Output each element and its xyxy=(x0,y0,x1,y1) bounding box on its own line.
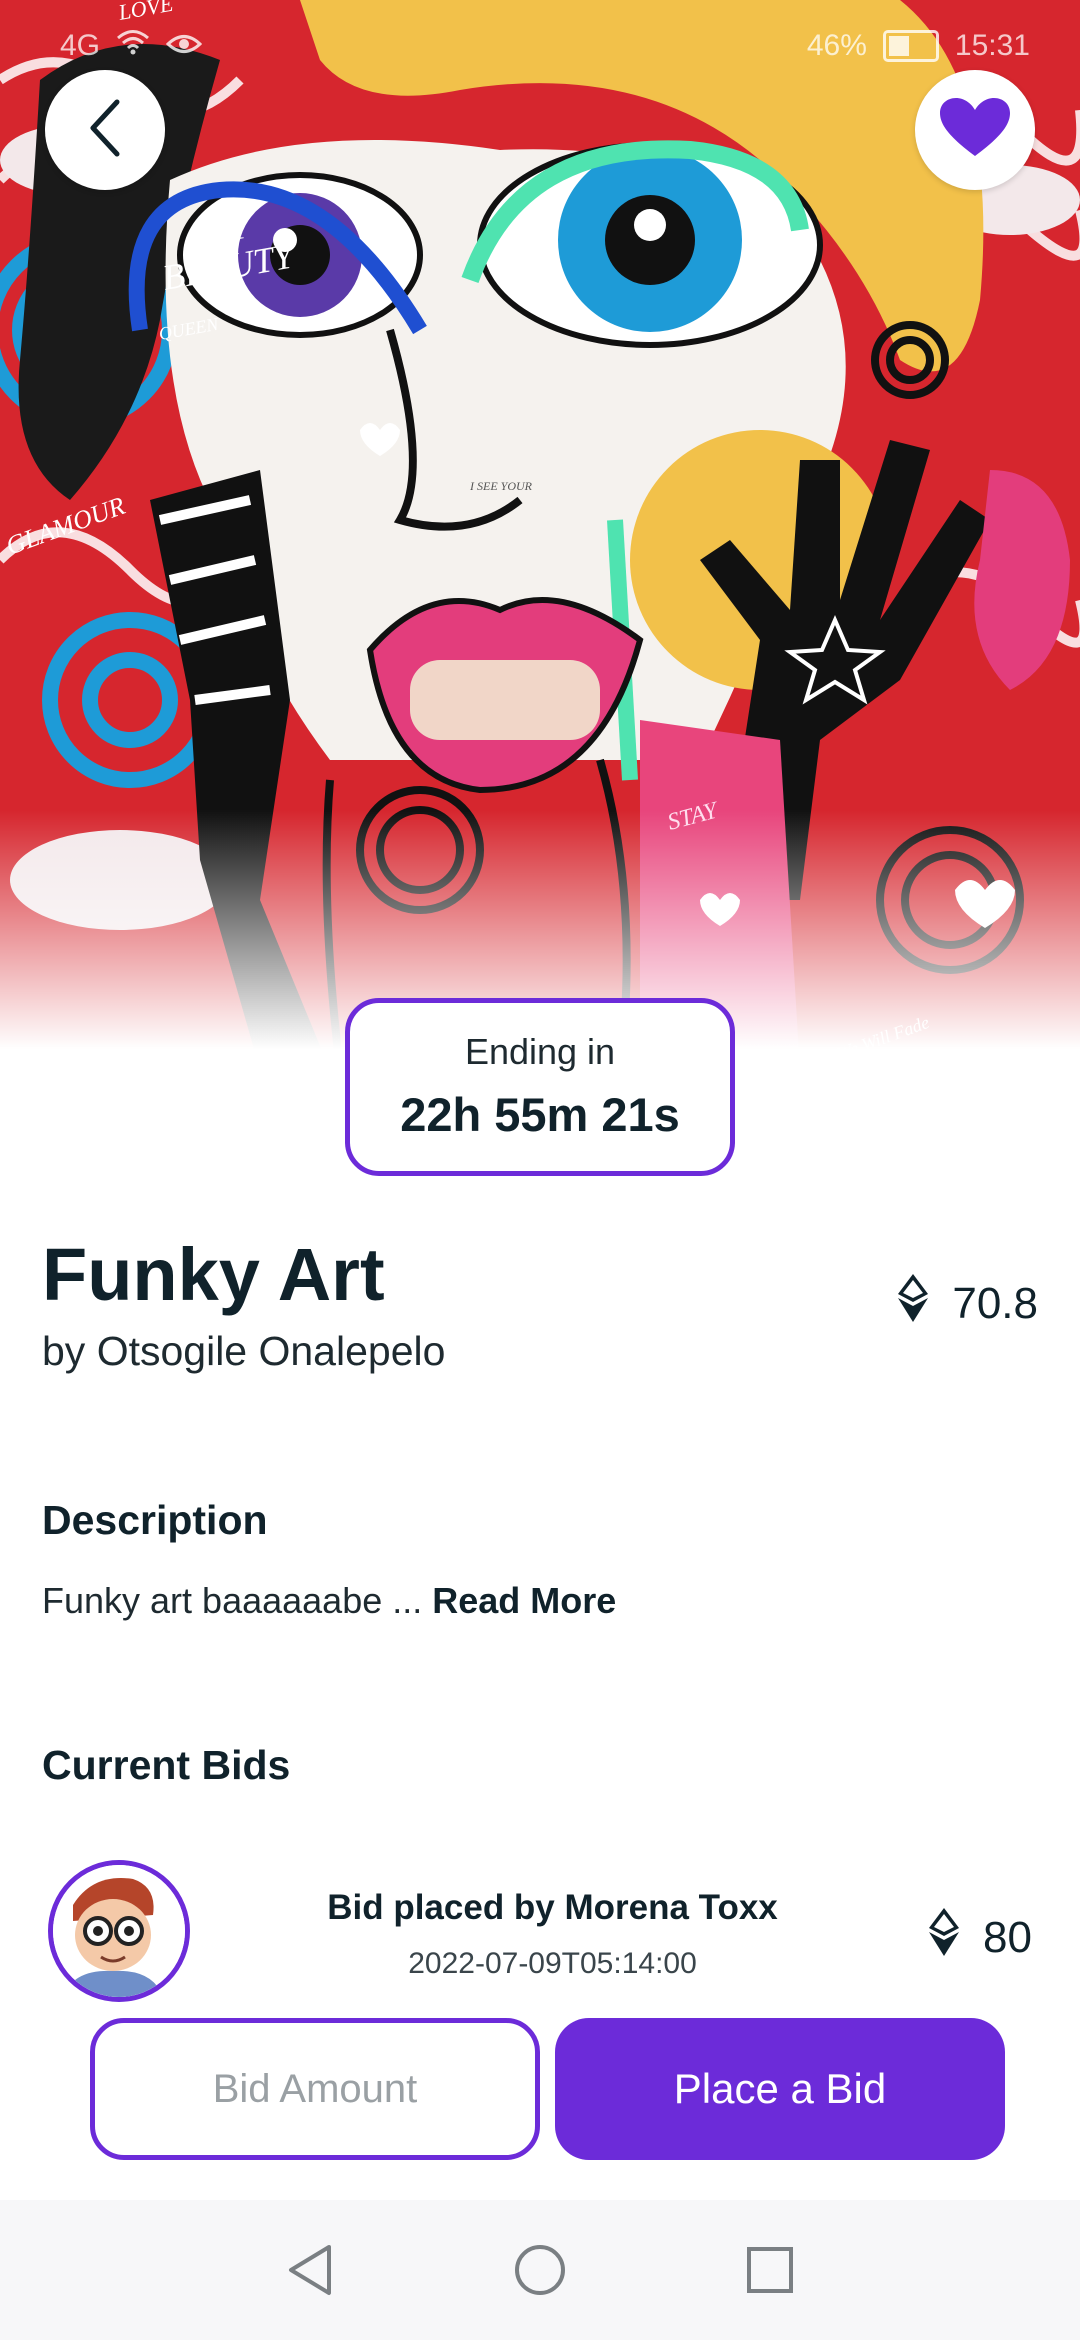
artist-name: by Otsogile Onalepelo xyxy=(42,1328,446,1374)
timer-label: Ending in xyxy=(464,1031,616,1072)
description-heading: Description xyxy=(42,1497,268,1543)
bid-amount-value: 80 xyxy=(983,1912,1032,1962)
current-bids-heading: Current Bids xyxy=(42,1742,291,1788)
triangle-back-icon[interactable] xyxy=(280,2240,340,2300)
bid-list-item[interactable]: Bid placed by Morena Toxx 2022-07-09T05:… xyxy=(0,1858,1080,2008)
wifi-icon xyxy=(116,29,150,63)
favorite-button[interactable] xyxy=(915,70,1035,190)
square-recent-icon[interactable] xyxy=(740,2240,800,2300)
nft-price: 70.8 xyxy=(896,1272,1038,1335)
description-body: Funky art baaaaaabe ... xyxy=(42,1580,423,1621)
back-button[interactable] xyxy=(45,70,165,190)
clock: 15:31 xyxy=(954,29,1030,62)
status-bar: 4G 46% 15:31 xyxy=(60,18,1030,74)
read-more-link[interactable]: Read More xyxy=(432,1580,616,1621)
eye-icon xyxy=(165,29,203,63)
chevron-left-icon xyxy=(85,98,125,163)
auction-timer: Ending in 22h 55m 21s xyxy=(345,998,735,1176)
price-value: 70.8 xyxy=(952,1278,1038,1328)
description-text: Funky art baaaaaabe ... Read More xyxy=(42,1580,616,1622)
bid-title: Bid placed by Morena Toxx xyxy=(327,1888,778,1927)
ethereum-icon xyxy=(927,1906,961,1969)
artwork-image: MY BEAUTY QUEEN GLAMOUR STAY I SEE YOUR … xyxy=(0,0,1080,1070)
timer-countdown: 22h 55m 21s xyxy=(400,1088,680,1141)
battery-icon xyxy=(882,30,939,62)
heart-icon xyxy=(938,96,1012,165)
ethereum-icon xyxy=(896,1272,930,1335)
nft-title: Funky Art xyxy=(42,1233,385,1316)
place-bid-button[interactable]: Place a Bid xyxy=(555,2018,1005,2160)
svg-text:I SEE YOUR: I SEE YOUR xyxy=(469,479,533,493)
circle-home-icon[interactable] xyxy=(510,2240,570,2300)
bid-timestamp: 2022-07-09T05:14:00 xyxy=(408,1947,697,1980)
network-indicator: 4G xyxy=(60,29,101,62)
battery-percent: 46% xyxy=(806,29,867,62)
nft-detail-screen: MY BEAUTY QUEEN GLAMOUR STAY I SEE YOUR … xyxy=(0,0,1080,2340)
bid-amount-input[interactable] xyxy=(90,2018,540,2160)
bid-amount: 80 xyxy=(927,1906,1032,1969)
system-navigation-bar xyxy=(0,2200,1080,2340)
